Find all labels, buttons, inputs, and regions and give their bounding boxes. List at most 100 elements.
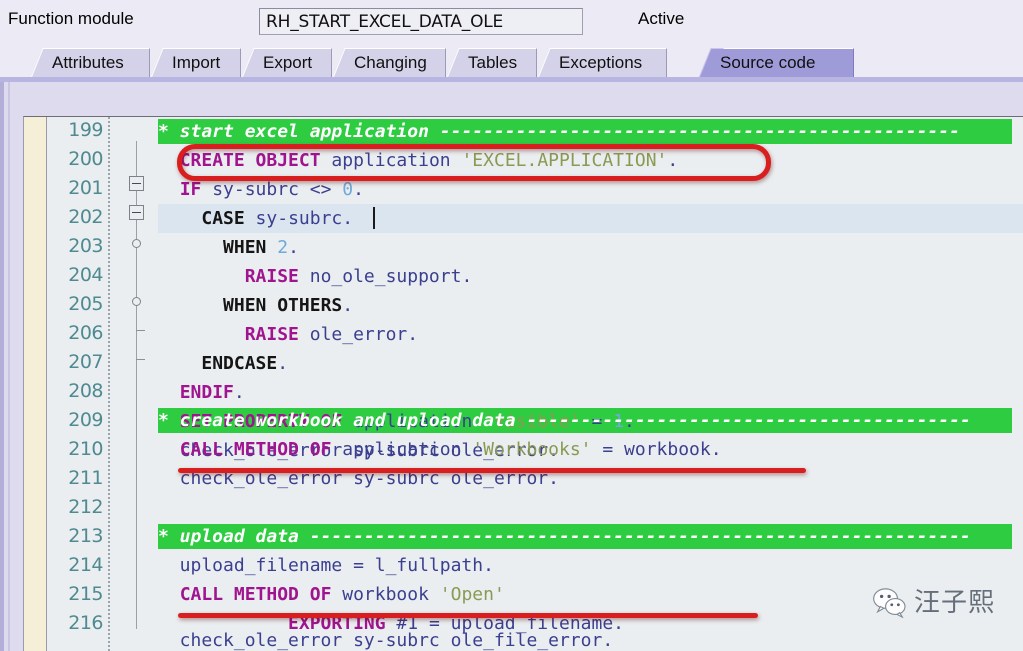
tab-label: Source code [720, 53, 816, 72]
code-token: . [277, 353, 289, 374]
panel-left-edge [0, 82, 4, 651]
code-folding-column[interactable] [112, 117, 158, 651]
editor-left-margin [24, 117, 46, 651]
tab-label: Tables [468, 53, 518, 72]
code-token: ENDCASE [201, 353, 278, 374]
code-line-203[interactable]: WHEN 2. [158, 233, 299, 262]
line-number: 211 [68, 467, 103, 489]
tab-label: Changing [354, 53, 427, 72]
code-line-217[interactable]: upload_filename = l_fullpath. [158, 551, 494, 580]
code-line-205[interactable]: WHEN OTHERS. [158, 291, 353, 320]
tab-strip: Attributes Import Export Changing Tables… [0, 42, 1023, 84]
tab-changing[interactable]: Changing [333, 48, 446, 77]
tab-tables[interactable]: Tables [447, 48, 537, 77]
window-header: Function module RH_START_EXCEL_DATA_OLE … [0, 0, 1023, 42]
code-line-204[interactable]: RAISE no_ole_support. [158, 262, 473, 291]
watermark: 汪子熙 [872, 588, 995, 618]
code-token: IF [179, 179, 202, 200]
code-token: workbook [331, 584, 440, 605]
code-token: no_ole_support. [298, 266, 473, 287]
code-token: = workbook. [591, 439, 722, 460]
code-token: . [353, 179, 364, 200]
line-number: 208 [68, 380, 103, 402]
tab-label: Exceptions [559, 53, 643, 72]
annotation-underline-call-method [178, 468, 806, 473]
code-line-199[interactable]: * start excel application --------------… [158, 117, 960, 146]
function-module-input[interactable]: RH_START_EXCEL_DATA_OLE [259, 8, 583, 35]
fold-marker-when-others[interactable] [132, 297, 141, 306]
code-token: 0 [342, 179, 354, 200]
code-token: 'Open' [439, 584, 505, 605]
annotation-ellipse-create-object [177, 144, 771, 181]
code-token: 2 [277, 237, 289, 258]
code-text-area[interactable]: * start excel application --------------… [158, 117, 1023, 651]
tab-exceptions[interactable]: Exceptions [538, 48, 667, 77]
fold-marker-endif [136, 359, 145, 360]
code-token: CASE [201, 208, 245, 229]
tab-export[interactable]: Export [242, 48, 332, 77]
fold-toggle-case[interactable] [129, 205, 144, 220]
function-module-input-value: RH_START_EXCEL_DATA_OLE [266, 12, 504, 32]
status-badge: Active [638, 9, 685, 28]
code-token: sy-subrc <> [201, 179, 343, 200]
wechat-icon [873, 588, 906, 618]
line-number: 212 [68, 496, 103, 518]
code-line-218[interactable]: CALL METHOD OF workbook 'Open' [158, 580, 505, 609]
code-token: application [331, 439, 473, 460]
code-line-207[interactable]: ENDCASE. [158, 349, 288, 378]
code-token: ole_error. [298, 324, 419, 345]
tab-attributes[interactable]: Attributes [31, 48, 150, 77]
tab-import[interactable]: Import [151, 48, 241, 77]
code-token: CALL METHOD OF [179, 584, 332, 605]
code-token: ENDIF [179, 382, 234, 403]
tab-label: Import [172, 53, 221, 72]
code-token: upload_filename = l_fullpath. [158, 555, 494, 576]
code-token: ----------------------------------------… [309, 526, 971, 547]
code-token: RAISE [244, 266, 299, 287]
panel-left-edge-2 [8, 82, 10, 651]
code-line-206[interactable]: RAISE ole_error. [158, 320, 418, 349]
line-number: 206 [68, 322, 103, 344]
tab-label: Export [263, 53, 313, 72]
code-token: check_ole_error sy-subrc ole_file_error. [158, 630, 614, 651]
code-token: . [288, 237, 299, 258]
code-token: . [342, 295, 354, 316]
code-line-220[interactable]: check_ole_error sy-subrc ole_file_error. [158, 626, 613, 651]
code-line-202[interactable]: CASE sy-subrc. [158, 204, 353, 233]
fold-toggle-if[interactable] [129, 176, 144, 191]
line-number: 204 [68, 264, 103, 286]
code-token: . [233, 382, 245, 403]
line-number: 199 [68, 119, 103, 141]
fold-marker-when-2[interactable] [132, 239, 141, 248]
line-number: 201 [68, 177, 103, 199]
tab-source-code[interactable]: Source code [699, 48, 854, 77]
text-caret [373, 207, 375, 229]
line-number: 207 [68, 351, 103, 373]
code-token: CALL METHOD OF [179, 439, 332, 460]
code-token: WHEN OTHERS [223, 295, 343, 316]
gutter-dotted-rule [108, 117, 111, 651]
source-code-panel: * start excel application --------------… [0, 82, 1023, 651]
line-number: 216 [68, 612, 103, 634]
code-line-208[interactable]: ENDIF. [158, 378, 245, 407]
line-number: 214 [68, 554, 103, 576]
line-number: 202 [68, 206, 103, 228]
code-line-213[interactable]: CALL METHOD OF application 'Workbooks' =… [158, 435, 722, 464]
watermark-text: 汪子熙 [914, 588, 996, 618]
code-token: 'Workbooks' [472, 439, 592, 460]
line-number: 210 [68, 438, 103, 460]
code-line-212[interactable]: * create workbook and upload data ------… [158, 406, 971, 435]
code-editor[interactable]: * start excel application --------------… [23, 116, 1023, 651]
code-line-216[interactable]: * upload data --------------------------… [158, 522, 971, 551]
fold-marker-endcase [136, 330, 145, 331]
annotation-underline-call-method-open [178, 613, 758, 618]
